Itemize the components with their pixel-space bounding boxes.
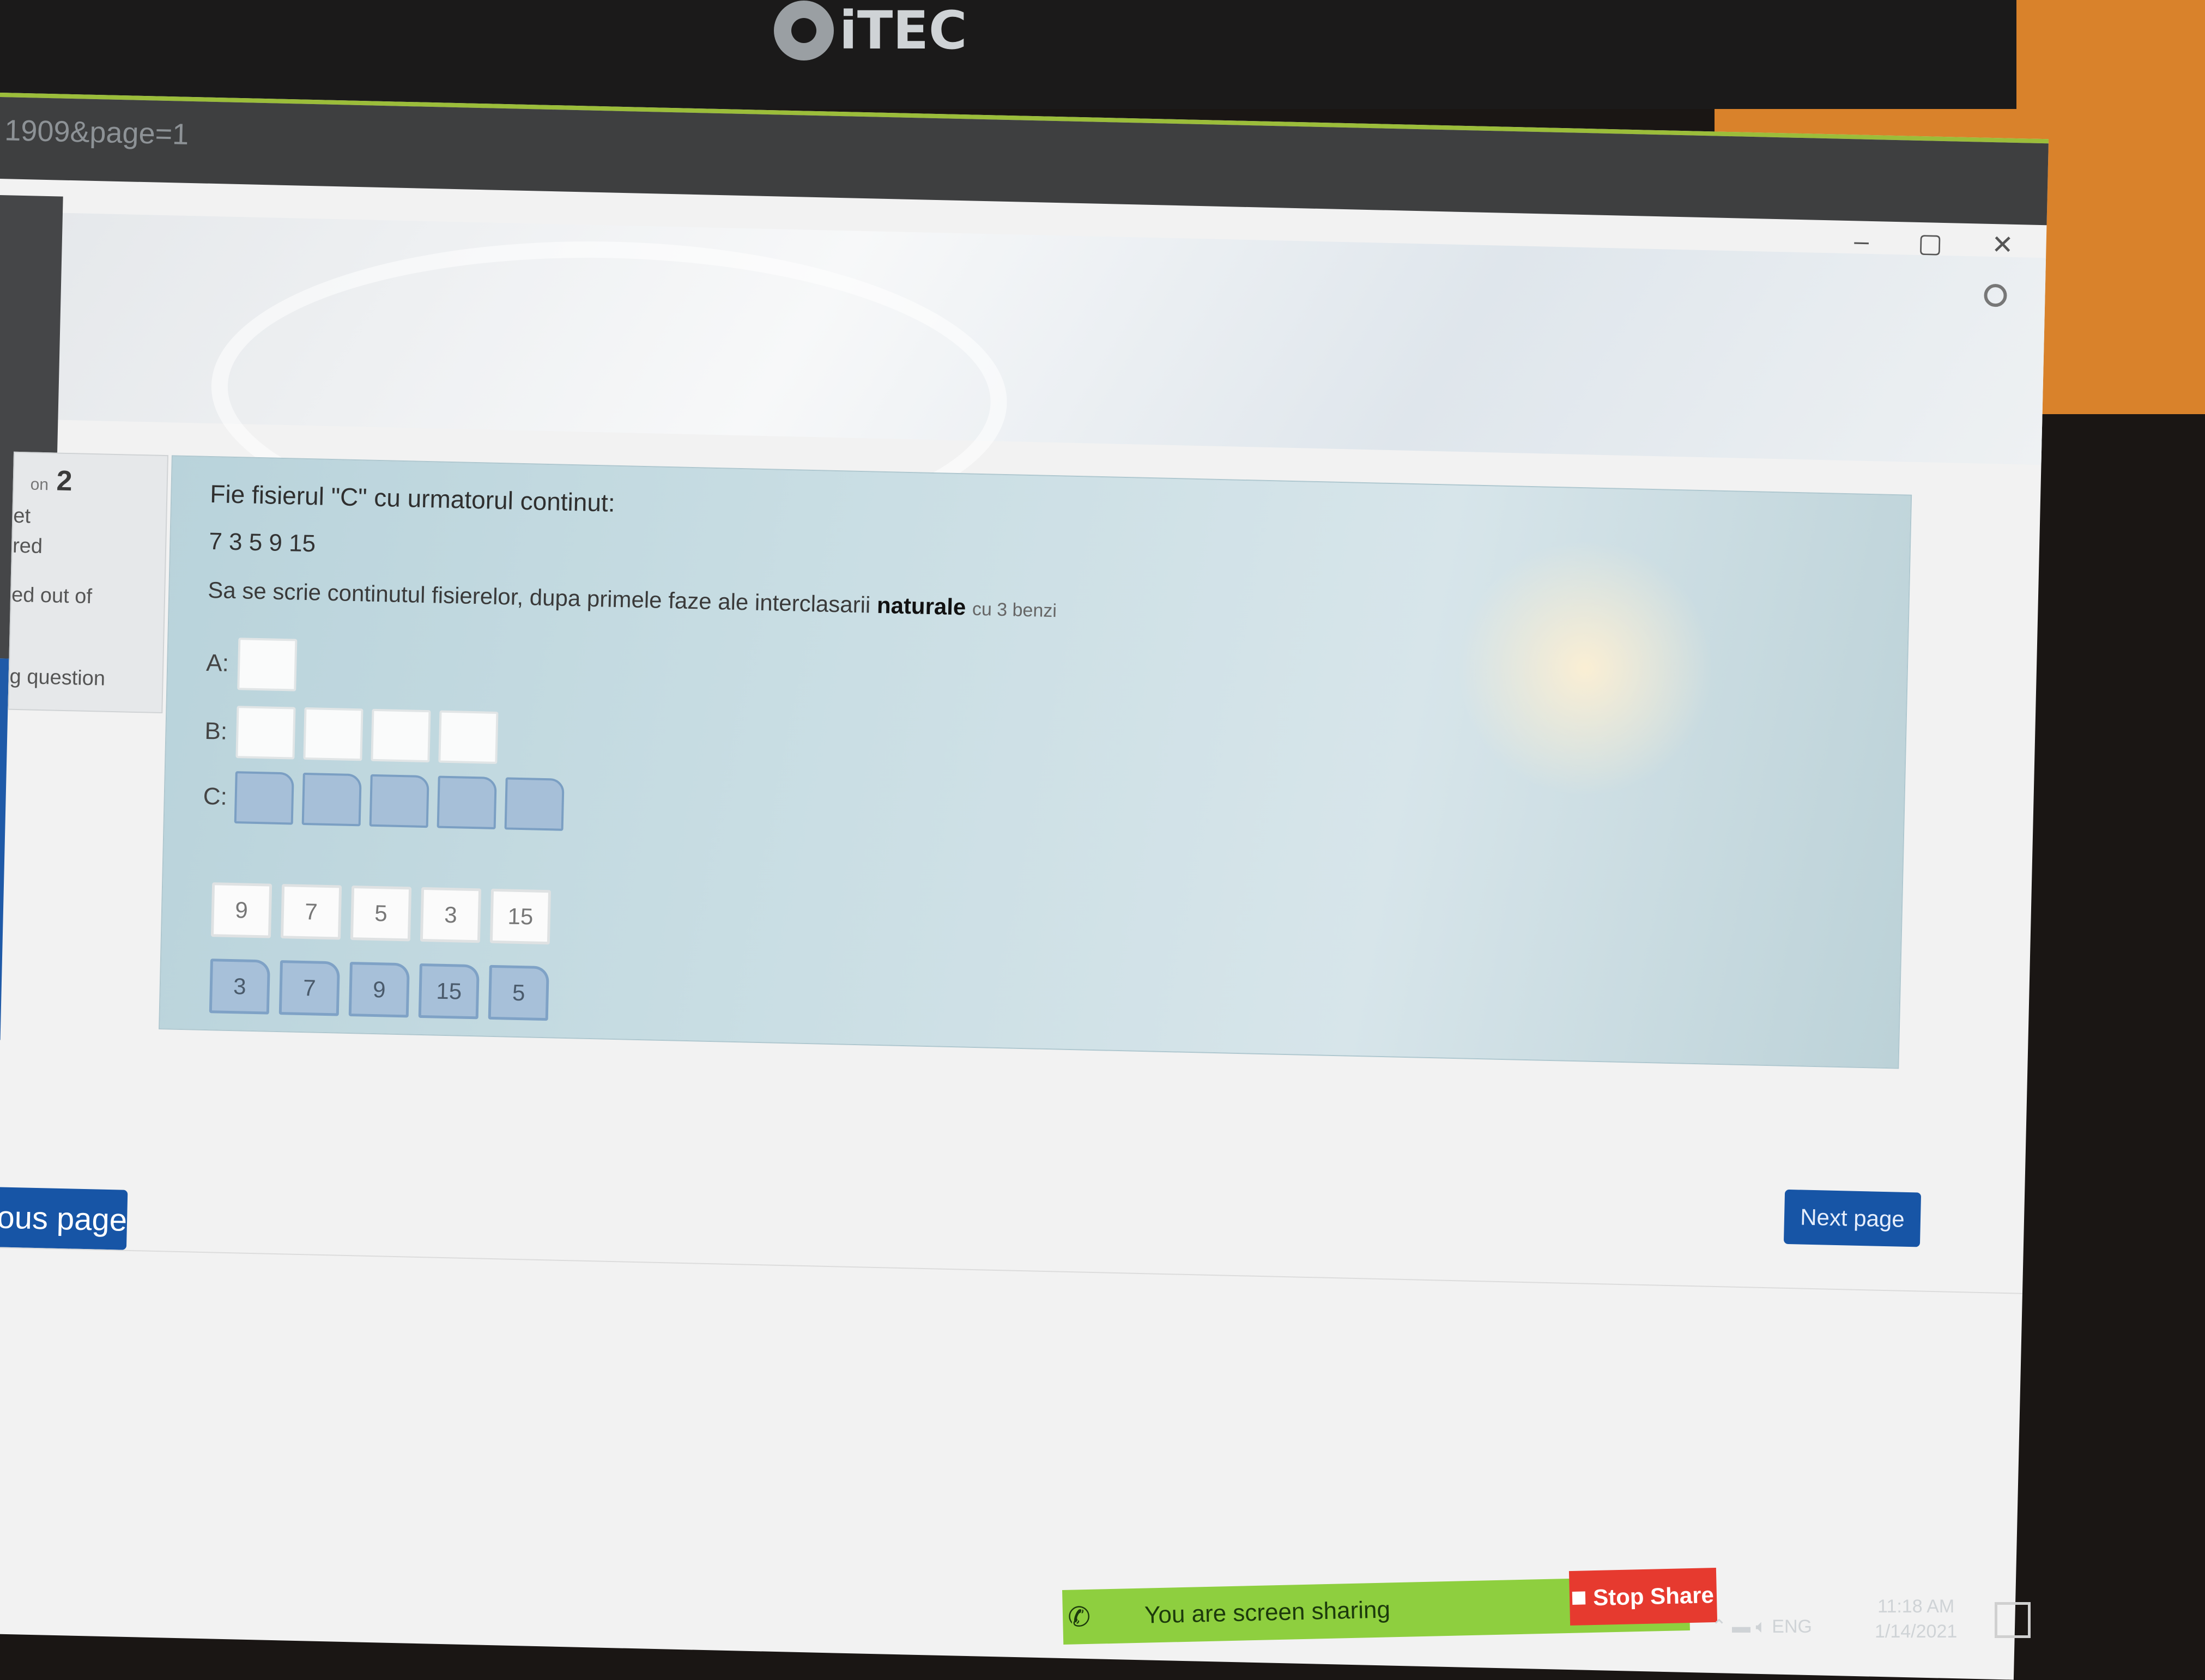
drag-tile[interactable]: 5: [488, 965, 549, 1021]
label-c: C:: [203, 783, 228, 810]
battery-icon[interactable]: ▬: [1732, 1616, 1750, 1637]
monitor-logo: iTEC: [774, 0, 967, 61]
question-prompt: Sa se scrie continutul fisierelor, dupa …: [208, 577, 1057, 622]
prompt-bold: naturale: [876, 592, 966, 620]
drop-slot[interactable]: [303, 707, 364, 761]
question-number-value: 2: [56, 465, 73, 498]
drop-slot[interactable]: [235, 706, 296, 760]
language-indicator[interactable]: ENG: [1772, 1616, 1812, 1637]
info-marks: ed out of: [11, 583, 93, 609]
question-prefix: on: [30, 475, 49, 494]
drag-tile[interactable]: 7: [280, 884, 342, 940]
close-icon[interactable]: ✕: [1991, 229, 2014, 260]
sharing-message: You are screen sharing: [1144, 1596, 1391, 1629]
phone-icon: ✆: [1067, 1601, 1091, 1633]
monitor-brand: iTEC: [839, 0, 967, 61]
taskbar-clock[interactable]: 11:18 AM 1/14/2021: [1875, 1594, 1957, 1644]
drop-slot[interactable]: [437, 775, 497, 829]
footer-divider: [0, 1246, 2022, 1294]
header-banner: [0, 211, 2046, 465]
notification-icon[interactable]: [1995, 1602, 2031, 1638]
drag-tile[interactable]: 3: [209, 959, 271, 1015]
info-status: et: [13, 504, 31, 528]
drop-slot[interactable]: [301, 772, 362, 827]
row-c: C:: [203, 771, 565, 831]
question-panel: Fie fisierul "C" cu urmatorul continut: …: [159, 455, 1912, 1069]
drop-slot[interactable]: [438, 710, 499, 765]
row-b: B:: [204, 705, 499, 765]
info-answered: red: [12, 534, 43, 558]
url-text[interactable]: 1909&page=1: [4, 113, 189, 151]
question-number: on 2: [30, 464, 72, 498]
previous-page-button[interactable]: ious page: [0, 1186, 128, 1250]
drag-tile[interactable]: 7: [278, 960, 340, 1016]
drop-slot[interactable]: [237, 638, 298, 692]
monitor-bezel: [0, 0, 2016, 109]
volume-icon[interactable]: 🔈︎: [1755, 1616, 1766, 1637]
previous-page-label: ious page: [0, 1199, 128, 1238]
screen: 1909&page=1 – ▢ ✕ on 2 et red ed out of …: [0, 93, 2049, 1680]
gear-icon: [774, 1, 834, 60]
drag-tile[interactable]: 9: [210, 882, 272, 938]
row-a: A:: [205, 637, 298, 692]
system-tray: ⌃ ▬ 🔈︎ ENG: [1711, 1616, 1812, 1637]
clock-time: 11:18 AM: [1877, 1596, 1955, 1617]
next-page-button[interactable]: Next page: [1783, 1189, 1922, 1247]
drop-slot[interactable]: [234, 771, 294, 825]
question-title: Fie fisierul "C" cu urmatorul continut:: [209, 479, 616, 517]
drop-slot[interactable]: [504, 777, 565, 831]
flag-question-link[interactable]: g question: [9, 665, 105, 691]
taskbar: ⌃ ▬ 🔈︎ ENG 11:18 AM 1/14/2021: [1689, 1591, 2104, 1651]
prompt-suffix: cu 3 benzi: [972, 598, 1057, 622]
drag-tile[interactable]: 9: [348, 961, 410, 1018]
minimize-icon[interactable]: –: [1854, 226, 1869, 257]
question-sequence: 7 3 5 9 15: [208, 527, 316, 557]
drop-slot[interactable]: [369, 774, 429, 828]
chevron-up-icon[interactable]: ⌃: [1711, 1616, 1727, 1637]
white-tiles: 9 7 5 3 15: [210, 882, 552, 945]
left-strip: [0, 658, 9, 1040]
drop-slot[interactable]: [371, 708, 431, 763]
drag-tile[interactable]: 15: [489, 888, 552, 945]
drag-tile[interactable]: 5: [350, 886, 412, 942]
question-info-box: on 2 et red ed out of g question: [8, 451, 168, 714]
label-a: A:: [205, 649, 229, 677]
label-b: B:: [204, 717, 228, 745]
drag-tile[interactable]: 15: [418, 963, 480, 1020]
maximize-icon[interactable]: ▢: [1917, 228, 1943, 259]
stop-icon: [1572, 1591, 1586, 1605]
blue-tiles: 3 7 9 15 5: [209, 959, 549, 1021]
prompt-text: Sa se scrie continutul fisierelor, dupa …: [207, 577, 871, 618]
clock-date: 1/14/2021: [1875, 1621, 1958, 1642]
drag-tile[interactable]: 3: [420, 887, 482, 943]
